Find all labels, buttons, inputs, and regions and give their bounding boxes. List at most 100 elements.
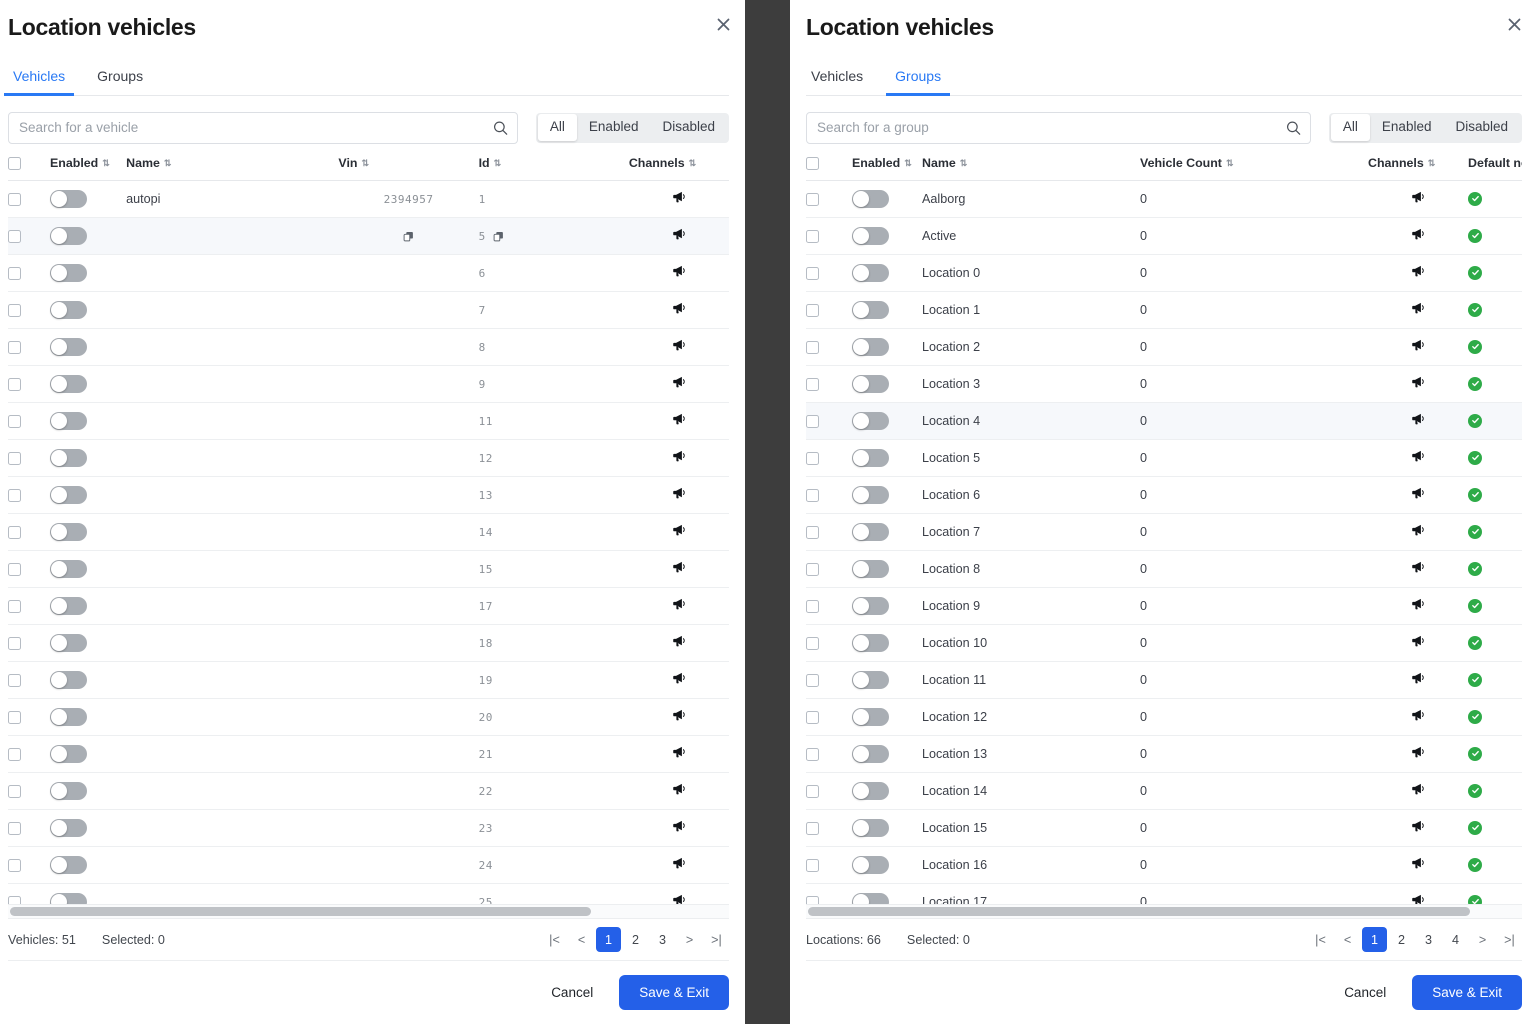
row-checkbox[interactable]: [8, 451, 21, 465]
megaphone-icon[interactable]: [672, 560, 686, 574]
enabled-toggle[interactable]: [852, 670, 889, 689]
megaphone-icon[interactable]: [672, 597, 686, 611]
row-select-cell[interactable]: [806, 698, 852, 736]
close-icon[interactable]: [1500, 10, 1528, 38]
save-and-exit-button[interactable]: Save & Exit: [1412, 975, 1522, 1010]
col-name[interactable]: Name ⇅: [126, 143, 339, 181]
row-select-cell[interactable]: [8, 365, 51, 403]
row-checkbox[interactable]: [806, 377, 819, 391]
row-enabled-cell[interactable]: [852, 846, 922, 884]
enabled-toggle[interactable]: [50, 744, 88, 763]
search-box[interactable]: [8, 111, 518, 144]
table-row[interactable]: 5: [8, 217, 729, 255]
row-channels-cell[interactable]: [1368, 365, 1468, 403]
horizontal-scrollbar[interactable]: [806, 904, 1522, 918]
enabled-toggle[interactable]: [50, 670, 88, 689]
row-select-cell[interactable]: [8, 883, 51, 904]
row-select-cell[interactable]: [806, 476, 852, 514]
tab-groups[interactable]: Groups: [886, 64, 950, 96]
row-channels-cell[interactable]: [628, 402, 729, 440]
row-enabled-cell[interactable]: [50, 846, 127, 884]
enabled-toggle[interactable]: [852, 707, 889, 726]
row-select-cell[interactable]: [8, 550, 51, 588]
row-checkbox[interactable]: [806, 525, 819, 539]
row-enabled-cell[interactable]: [852, 365, 922, 403]
megaphone-icon[interactable]: [1411, 708, 1425, 722]
save-and-exit-button[interactable]: Save & Exit: [619, 975, 729, 1010]
row-channels-cell[interactable]: [628, 846, 729, 884]
row-select-cell[interactable]: [806, 365, 852, 403]
megaphone-icon[interactable]: [672, 301, 686, 315]
row-select-cell[interactable]: [8, 291, 51, 329]
enabled-toggle[interactable]: [852, 411, 889, 430]
table-row[interactable]: 23: [8, 809, 729, 847]
search-input[interactable]: [9, 112, 517, 143]
row-channels-cell[interactable]: [1368, 772, 1468, 810]
row-channels-cell[interactable]: [628, 624, 729, 662]
table-row[interactable]: 7: [8, 291, 729, 329]
table-row[interactable]: Location 20: [806, 328, 1522, 366]
row-checkbox[interactable]: [806, 488, 819, 502]
row-enabled-cell[interactable]: [852, 217, 922, 255]
row-checkbox[interactable]: [8, 192, 21, 206]
enabled-toggle[interactable]: [50, 374, 88, 393]
row-enabled-cell[interactable]: [852, 439, 922, 477]
filter-enabled[interactable]: Enabled: [577, 114, 651, 140]
page-2-button[interactable]: 2: [623, 927, 648, 952]
horizontal-scrollbar[interactable]: [8, 904, 729, 918]
table-row[interactable]: Location 40: [806, 402, 1522, 440]
megaphone-icon[interactable]: [672, 264, 686, 278]
table-row[interactable]: Location 70: [806, 513, 1522, 551]
megaphone-icon[interactable]: [672, 227, 686, 241]
enabled-toggle[interactable]: [852, 781, 889, 800]
row-select-cell[interactable]: [8, 661, 51, 699]
page-2-button[interactable]: 2: [1389, 927, 1414, 952]
megaphone-icon[interactable]: [1411, 634, 1425, 648]
row-enabled-cell[interactable]: [50, 439, 127, 477]
megaphone-icon[interactable]: [1411, 375, 1425, 389]
row-channels-cell[interactable]: [1368, 846, 1468, 884]
table-row[interactable]: 24: [8, 846, 729, 884]
row-enabled-cell[interactable]: [852, 513, 922, 551]
megaphone-icon[interactable]: [1411, 523, 1425, 537]
row-checkbox[interactable]: [806, 414, 819, 428]
row-channels-cell[interactable]: [1368, 587, 1468, 625]
row-enabled-cell[interactable]: [852, 587, 922, 625]
row-channels-cell[interactable]: [628, 772, 729, 810]
table-row[interactable]: 9: [8, 365, 729, 403]
tab-vehicles[interactable]: Vehicles: [3, 64, 75, 96]
table-row[interactable]: 19: [8, 661, 729, 699]
enabled-toggle[interactable]: [50, 781, 88, 800]
row-checkbox[interactable]: [8, 784, 21, 798]
table-row[interactable]: Location 30: [806, 365, 1522, 403]
row-channels-cell[interactable]: [628, 291, 729, 329]
enabled-toggle[interactable]: [852, 374, 889, 393]
row-enabled-cell[interactable]: [50, 476, 127, 514]
enabled-toggle[interactable]: [852, 522, 889, 541]
filter-enabled[interactable]: Enabled: [1370, 114, 1444, 140]
megaphone-icon[interactable]: [1411, 893, 1425, 904]
row-checkbox[interactable]: [806, 266, 819, 280]
tab-groups[interactable]: Groups: [92, 64, 148, 95]
enabled-toggle[interactable]: [852, 633, 889, 652]
megaphone-icon[interactable]: [1411, 338, 1425, 352]
page-first-button[interactable]: |<: [1308, 927, 1333, 952]
row-checkbox[interactable]: [806, 673, 819, 687]
row-channels-cell[interactable]: [1368, 513, 1468, 551]
row-select-cell[interactable]: [806, 883, 852, 904]
megaphone-icon[interactable]: [1411, 597, 1425, 611]
row-channels-cell[interactable]: [628, 735, 729, 773]
table-row[interactable]: Location 00: [806, 254, 1522, 292]
row-channels-cell[interactable]: [1368, 624, 1468, 662]
row-enabled-cell[interactable]: [852, 698, 922, 736]
row-checkbox[interactable]: [806, 192, 819, 206]
row-select-cell[interactable]: [806, 513, 852, 551]
table-row[interactable]: 20: [8, 698, 729, 736]
enabled-toggle[interactable]: [50, 596, 88, 615]
row-enabled-cell[interactable]: [50, 661, 127, 699]
table-row[interactable]: 6: [8, 254, 729, 292]
row-select-cell[interactable]: [8, 587, 51, 625]
enabled-toggle[interactable]: [852, 818, 889, 837]
row-checkbox[interactable]: [8, 303, 21, 317]
megaphone-icon[interactable]: [672, 782, 686, 796]
